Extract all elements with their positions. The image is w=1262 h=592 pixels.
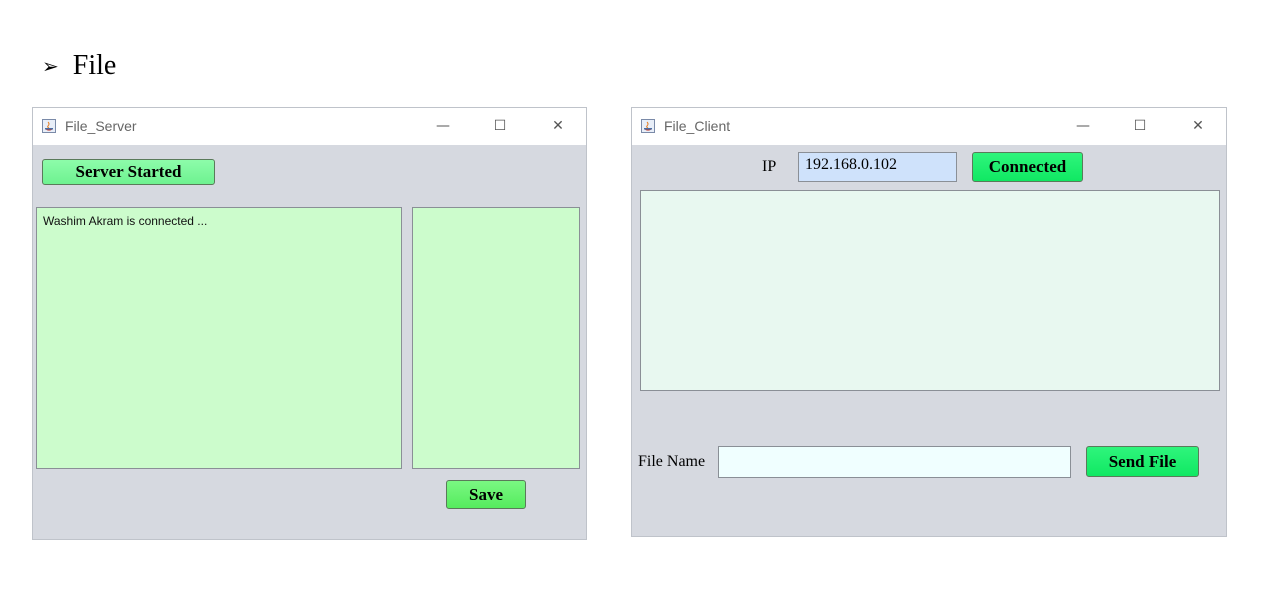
- connection-log-text: Washim Akram is connected ...: [43, 214, 208, 228]
- arrow-bullet-icon: ➢: [42, 55, 59, 78]
- save-button[interactable]: Save: [446, 480, 526, 509]
- title-bar[interactable]: File_Client — ☐ ✕: [632, 108, 1226, 145]
- java-app-icon: [42, 119, 56, 133]
- minimize-icon[interactable]: —: [1072, 116, 1094, 136]
- close-icon[interactable]: ✕: [1187, 116, 1209, 136]
- send-file-button[interactable]: Send File: [1086, 446, 1199, 477]
- connection-log-area[interactable]: Washim Akram is connected ...: [36, 207, 402, 469]
- ip-label: IP: [762, 158, 777, 175]
- title-bar[interactable]: File_Server — ☐ ✕: [33, 108, 586, 145]
- file-server-window: File_Server — ☐ ✕ Server Started Washim …: [32, 107, 587, 540]
- java-app-icon: [641, 119, 655, 133]
- message-area[interactable]: [640, 190, 1220, 391]
- minimize-icon[interactable]: —: [432, 116, 454, 136]
- ip-input[interactable]: 192.168.0.102: [798, 152, 957, 182]
- message-area-text: [641, 191, 1219, 203]
- received-file-area[interactable]: [412, 207, 580, 469]
- file-name-input[interactable]: [718, 446, 1071, 478]
- connect-button[interactable]: Connected: [972, 152, 1083, 182]
- maximize-icon[interactable]: ☐: [1129, 116, 1151, 136]
- section-heading-text: File: [72, 50, 117, 81]
- window-title: File_Client: [664, 118, 731, 134]
- file-name-label: File Name: [638, 453, 706, 470]
- maximize-icon[interactable]: ☐: [489, 116, 511, 136]
- received-file-text: [413, 208, 579, 220]
- file-client-window: File_Client — ☐ ✕ IP 192.168.0.102 Conne…: [631, 107, 1227, 537]
- window-title: File_Server: [65, 118, 137, 134]
- section-heading: ➢ File: [42, 50, 116, 82]
- close-icon[interactable]: ✕: [547, 116, 569, 136]
- server-started-button[interactable]: Server Started: [42, 159, 215, 185]
